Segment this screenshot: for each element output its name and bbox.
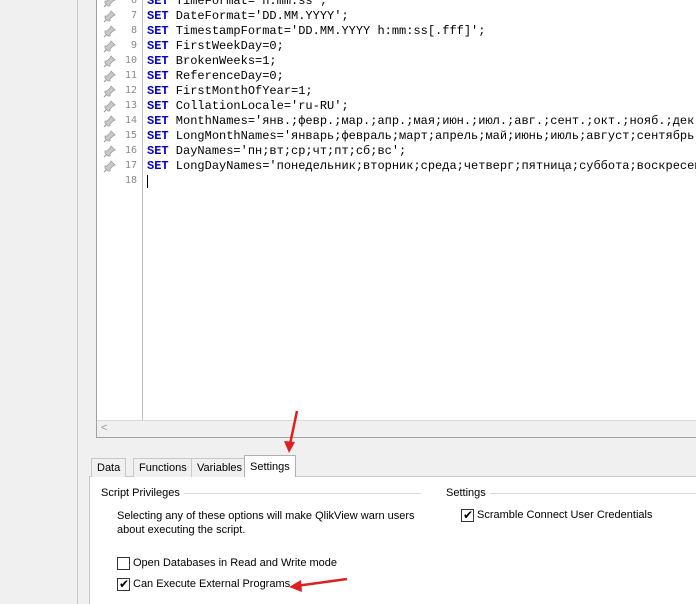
tab-bar: Data Functions Variables Settings xyxy=(89,455,696,478)
code-text: SET MonthNames='янв.;февр.;мар.;апр.;мая… xyxy=(147,114,696,128)
can-execute-label: Can Execute External Programs xyxy=(133,578,291,590)
keyword: SET xyxy=(147,54,169,68)
code-text: SET TimestampFormat='DD.MM.YYYY h:mm:ss[… xyxy=(147,24,486,38)
text-cursor xyxy=(147,175,148,188)
scroll-left-icon[interactable]: < xyxy=(101,422,107,434)
line-number: 7 xyxy=(130,10,137,21)
settings-group-title: Settings xyxy=(446,487,490,499)
line-number: 10 xyxy=(124,55,137,66)
code-line: 8 SET TimestampFormat='DD.MM.YYYY h:mm:ss… xyxy=(97,24,696,39)
left-panel xyxy=(0,0,78,604)
code-line: 9 SET FirstWeekDay=0; xyxy=(97,39,696,54)
script-privileges-description: Selecting any of these options will make… xyxy=(117,510,415,536)
scramble-credentials-label: Scramble Connect User Credentials xyxy=(477,509,653,521)
tab-functions[interactable]: Functions xyxy=(133,458,193,477)
line-number: 13 xyxy=(124,100,137,111)
code-text: SET DayNames='пн;вт;ср;чт;пт;сб;вс'; xyxy=(147,144,407,158)
tab-data[interactable]: Data xyxy=(91,458,127,477)
keyword: SET xyxy=(147,0,169,8)
tab-settings[interactable]: Settings xyxy=(244,455,296,478)
code-line: 6 SET TimeFormat='h:mm:ss'; xyxy=(97,0,696,9)
code-line: 14 SET MonthNames='янв.;февр.;мар.;апр.;м… xyxy=(97,114,696,129)
keyword: SET xyxy=(147,114,169,128)
can-execute-checkbox[interactable]: ✔ xyxy=(117,577,130,591)
code-text: SET TimeFormat='h:mm:ss'; xyxy=(147,0,327,9)
code-text: SET CollationLocale='ru-RU'; xyxy=(147,99,349,113)
code-line: 15 SET LongMonthNames='январь;февраль;мар… xyxy=(97,129,696,144)
code-line: 17 SET LongDayNames='понедельник;вторник;… xyxy=(97,159,696,174)
keyword: SET xyxy=(147,9,169,23)
line-number: 9 xyxy=(130,40,137,51)
script-privileges-title: Script Privileges xyxy=(101,487,184,499)
line-number: 17 xyxy=(124,160,137,171)
keyword: SET xyxy=(147,159,169,173)
open-databases-label: Open Databases in Read and Write mode xyxy=(133,557,338,569)
code-text: SET LongMonthNames='январь;февраль;март;… xyxy=(147,129,696,143)
line-number: 15 xyxy=(124,130,137,141)
keyword: SET xyxy=(147,99,169,113)
keyword: SET xyxy=(147,84,169,98)
code-line: 10 SET BrokenWeeks=1; xyxy=(97,54,696,69)
tab-variables[interactable]: Variables xyxy=(191,458,249,477)
code-text: SET FirstMonthOfYear=1; xyxy=(147,84,313,98)
code-line: 16 SET DayNames='пн;вт;ср;чт;пт;сб;вс'; xyxy=(97,144,696,159)
line-number: 16 xyxy=(124,145,137,156)
line-number: 8 xyxy=(130,25,137,36)
open-databases-checkbox[interactable] xyxy=(117,557,130,570)
scramble-credentials-checkbox[interactable]: ✔ xyxy=(461,508,474,522)
code-text: SET LongDayNames='понедельник;вторник;ср… xyxy=(147,159,696,173)
line-number: 6 xyxy=(130,0,137,6)
code-line: 12 SET FirstMonthOfYear=1; xyxy=(97,84,696,99)
code-line: 11 SET ReferenceDay=0; xyxy=(97,69,696,84)
line-number: 12 xyxy=(124,85,137,96)
code-line: 18 xyxy=(97,174,696,189)
line-number: 11 xyxy=(124,70,137,81)
keyword: SET xyxy=(147,129,169,143)
keyword: SET xyxy=(147,24,169,38)
keyword: SET xyxy=(147,39,169,53)
line-number: 18 xyxy=(124,175,137,186)
code-line: 13 SET CollationLocale='ru-RU'; xyxy=(97,99,696,114)
line-number: 14 xyxy=(124,115,137,126)
code-line: 7 SET DateFormat='DD.MM.YYYY'; xyxy=(97,9,696,24)
keyword: SET xyxy=(147,144,169,158)
script-editor[interactable]: 6 SET TimeFormat='h:mm:ss'; 7 SET DateForma… xyxy=(96,0,696,438)
horizontal-scrollbar[interactable]: < xyxy=(97,420,696,437)
code-text: SET ReferenceDay=0; xyxy=(147,69,284,83)
keyword: SET xyxy=(147,69,169,83)
code-text: SET FirstWeekDay=0; xyxy=(147,39,284,53)
code-text: SET BrokenWeeks=1; xyxy=(147,54,277,68)
code-text: SET DateFormat='DD.MM.YYYY'; xyxy=(147,9,349,23)
